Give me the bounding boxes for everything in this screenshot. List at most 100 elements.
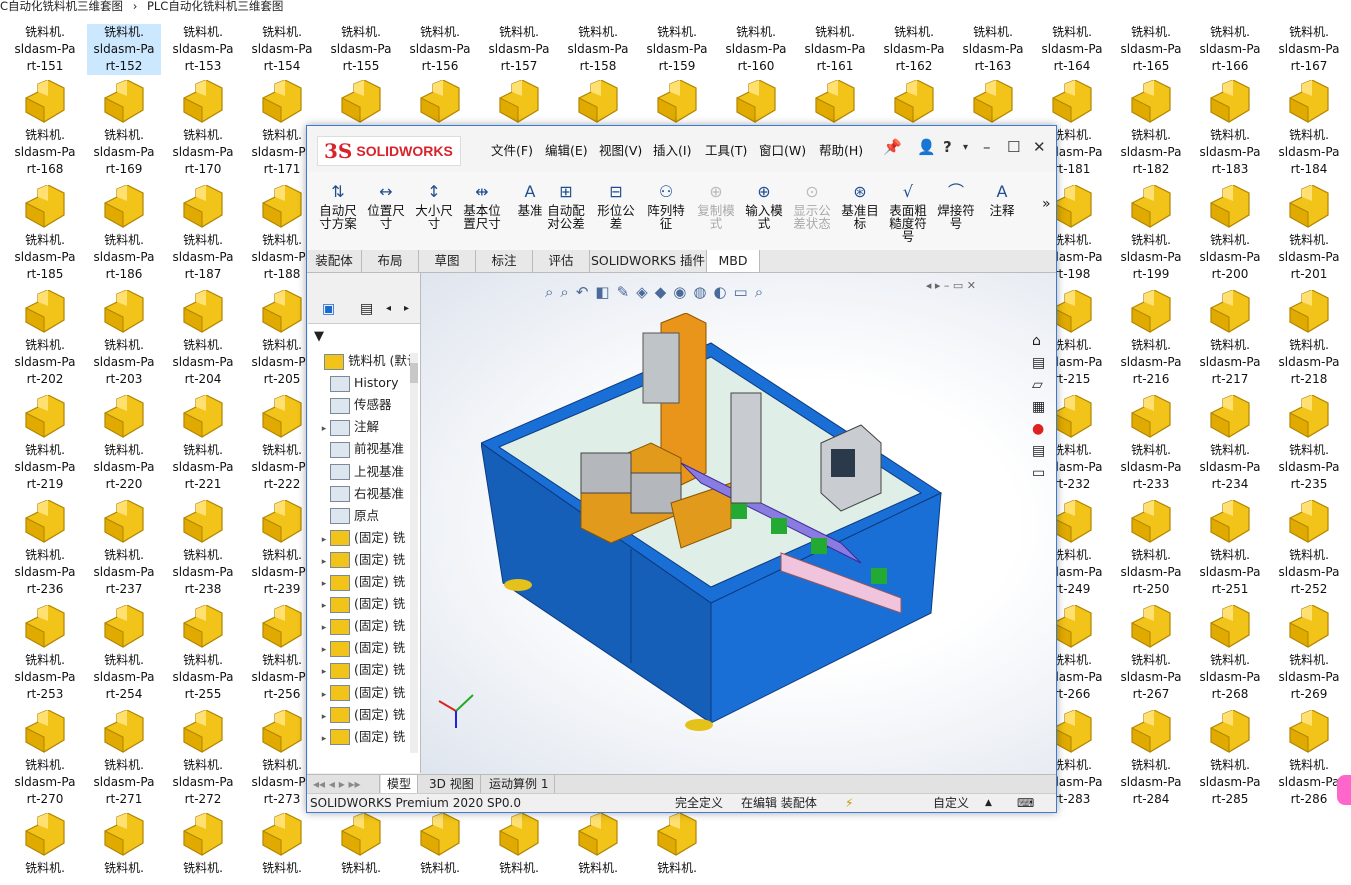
maximize-button[interactable]: ☐ (1007, 138, 1020, 156)
tree-item[interactable]: ▸ (固定) 铣 (318, 705, 418, 725)
datum-target-button[interactable]: ⊛ 基准目 标 (835, 178, 885, 230)
file-item[interactable]: 铣料机. sldasm-Pa rt-182 (1114, 80, 1188, 178)
file-item[interactable]: 铣料机. sldasm-Pa rt-217 (1193, 290, 1267, 388)
expand-icon[interactable]: ▸ (318, 707, 330, 725)
file-item[interactable]: 铣料机. sldasm-Pa rt-204 (166, 290, 240, 388)
minimize-button[interactable]: – (983, 138, 991, 156)
chevron-right-icon[interactable]: ▸ (404, 303, 409, 314)
file-item[interactable]: 铣料机. sldasm-Pa rt-158 (561, 24, 635, 75)
edit-appearance-icon[interactable]: ◍ (693, 283, 713, 301)
file-item[interactable]: 铣料机. sldasm-Pa rt-284 (1114, 710, 1188, 808)
tree-item[interactable]: ▸ (固定) 铣 (318, 638, 418, 658)
hide-show-icon[interactable]: ◉ (673, 283, 693, 301)
tab-mbd[interactable]: MBD (707, 250, 760, 272)
file-item[interactable]: 铣料机. sldasm-Pa rt-251 (1193, 500, 1267, 598)
file-item[interactable]: 铣料机. sldasm-Pa rt-155 (324, 24, 398, 75)
previous-view-icon[interactable]: ↶ (576, 283, 596, 301)
menu-edit[interactable]: 编辑(E) (545, 140, 588, 159)
weld-symbol-button[interactable]: ⌒ 焊接符 号 (931, 178, 981, 230)
file-item[interactable] (403, 80, 477, 127)
appearances-icon[interactable]: ● (1032, 421, 1054, 443)
file-item[interactable] (561, 80, 635, 127)
basic-location-dimension-button[interactable]: ⇹ 基本位 置尺寸 (457, 178, 507, 230)
file-item[interactable]: 铣料机. sldasm-Pa rt-203 (87, 290, 161, 388)
file-item[interactable] (719, 80, 793, 127)
file-item[interactable]: 铣料机. sldasm-Pa rt-221 (166, 395, 240, 493)
dynamic-annotation-icon[interactable]: ✎ (617, 283, 637, 301)
file-item[interactable]: 铣料机. sldasm-Pa rt-286 (1272, 710, 1346, 808)
more-icon[interactable]: » (1042, 196, 1051, 212)
tab-evaluate[interactable]: 评估 (533, 250, 590, 272)
file-item[interactable]: 铣料机. (8, 813, 82, 877)
tree-item[interactable]: 右视基准 (318, 484, 418, 504)
file-item[interactable] (640, 80, 714, 127)
location-dimension-button[interactable]: ↔ 位置尺 寸 (361, 178, 411, 230)
design-library-icon[interactable]: ▤ (1032, 355, 1054, 377)
file-item[interactable]: 铣料机. sldasm-Pa rt-168 (8, 80, 82, 178)
tree-scrollbar[interactable] (410, 353, 418, 753)
tab-markup[interactable]: 标注 (476, 250, 533, 272)
file-item[interactable]: 铣料机. sldasm-Pa rt-162 (877, 24, 951, 75)
section-view-icon[interactable]: ◧ (595, 283, 616, 301)
file-item[interactable]: 铣料机. sldasm-Pa rt-184 (1272, 80, 1346, 178)
graphics-viewport[interactable]: ⌕⌕↶◧✎◈◆◉◍◐▭⌕ ⌂ ▤ ▱ ▦ ● ▤ ▭ ◂ ▸ – ▭ ✕ (421, 273, 1056, 775)
view-settings-icon[interactable]: ▭ (734, 283, 755, 301)
file-item[interactable]: 铣料机. sldasm-Pa rt-269 (1272, 605, 1346, 703)
custom-properties-icon[interactable]: ▤ (1032, 443, 1054, 465)
tree-item[interactable]: 铣料机 (默认 (312, 351, 412, 371)
copy-scheme-button[interactable]: ⊕ 复制模 式 (691, 178, 741, 230)
tree-item[interactable]: 传感器 (318, 395, 418, 415)
geometric-tolerance-button[interactable]: ⊟ 形位公 差 (591, 178, 641, 230)
file-item[interactable]: 铣料机. sldasm-Pa rt-153 (166, 24, 240, 75)
close-button[interactable]: ✕ (1033, 138, 1046, 156)
status-units[interactable]: 自定义 (933, 794, 969, 812)
menu-tools[interactable]: 工具(T) (705, 140, 747, 159)
file-item[interactable] (877, 80, 951, 127)
menu-window[interactable]: 窗口(W) (759, 140, 806, 159)
show-tolerance-status-button[interactable]: ⊙ 显示公 差状态 (787, 178, 837, 230)
file-item[interactable]: 铣料机. sldasm-Pa rt-252 (1272, 500, 1346, 598)
home-icon[interactable]: ⌂ (1032, 333, 1054, 355)
import-scheme-button[interactable]: ⊕ 输入模 式 (739, 178, 789, 230)
zoom-icon[interactable]: ⌕ (755, 283, 770, 301)
breadcrumb-item[interactable]: PLC自动化铣料机三维套图 (147, 0, 283, 13)
solidworks-logo[interactable]: 3S SOLIDWORKS (317, 136, 461, 166)
file-item[interactable]: 铣料机. sldasm-Pa rt-170 (166, 80, 240, 178)
file-explorer-icon[interactable]: ▱ (1032, 377, 1054, 399)
tree-item[interactable]: 原点 (318, 506, 418, 526)
feature-manager-icon[interactable]: ▣ (322, 301, 335, 317)
expand-icon[interactable]: ▸ (318, 685, 330, 703)
file-item[interactable]: 铣料机. sldasm-Pa rt-236 (8, 500, 82, 598)
size-dimension-button[interactable]: ↕ 大小尺 寸 (409, 178, 459, 230)
file-item[interactable] (482, 80, 556, 127)
tree-item[interactable]: ▸ (固定) 铣 (318, 683, 418, 703)
autodimension-scheme-button[interactable]: ⇅ 自动尺 寸方案 (313, 178, 363, 230)
file-item[interactable]: 铣料机. sldasm-Pa rt-186 (87, 185, 161, 283)
file-item[interactable]: 铣料机. sldasm-Pa rt-255 (166, 605, 240, 703)
filter-icon[interactable]: ▼ (314, 329, 324, 344)
file-item[interactable]: 铣料机. (561, 813, 635, 877)
auto-pair-tolerance-button[interactable]: ⊞ 自动配 对公差 (541, 178, 591, 230)
zoom-fit-icon[interactable]: ⌕ (545, 283, 560, 301)
file-item[interactable]: 铣料机. sldasm-Pa rt-237 (87, 500, 161, 598)
tree-item[interactable]: ▸ (固定) 铣 (318, 528, 418, 548)
note-button[interactable]: A 注释 (977, 178, 1027, 217)
file-item[interactable]: 铣料机. sldasm-Pa rt-202 (8, 290, 82, 388)
file-item[interactable]: 铣料机. sldasm-Pa rt-218 (1272, 290, 1346, 388)
tree-item[interactable]: 前视基准 (318, 439, 418, 459)
file-item[interactable]: 铣料机. (87, 813, 161, 877)
tab-motion-study[interactable]: 运动算例 1 (483, 775, 556, 793)
file-item[interactable]: 铣料机. sldasm-Pa rt-163 (956, 24, 1030, 75)
file-item[interactable]: 铣料机. sldasm-Pa rt-200 (1193, 185, 1267, 283)
file-item[interactable]: 铣料机. sldasm-Pa rt-165 (1114, 24, 1188, 75)
file-item[interactable]: 铣料机. sldasm-Pa rt-156 (403, 24, 477, 75)
file-item[interactable]: 铣料机. sldasm-Pa rt-233 (1114, 395, 1188, 493)
view-palette-icon[interactable]: ▦ (1032, 399, 1054, 421)
file-item[interactable]: 铣料机. sldasm-Pa rt-201 (1272, 185, 1346, 283)
expand-icon[interactable]: ▸ (318, 596, 330, 614)
file-item[interactable]: 铣料机. sldasm-Pa rt-154 (245, 24, 319, 75)
forum-icon[interactable]: ▭ (1032, 465, 1054, 487)
expand-icon[interactable]: ▸ (318, 662, 330, 680)
tab-model[interactable]: 模型 (381, 775, 419, 793)
menu-help[interactable]: 帮助(H) (819, 140, 863, 159)
